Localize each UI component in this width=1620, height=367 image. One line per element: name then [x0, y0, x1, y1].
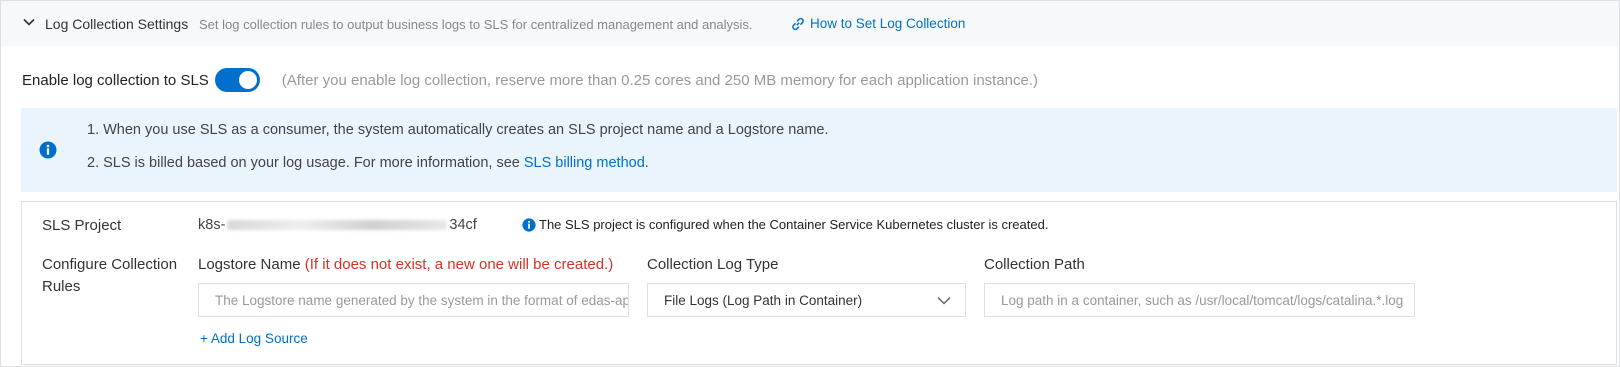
section-title: Log Collection Settings: [45, 16, 189, 32]
collection-log-type-label: Collection Log Type: [647, 256, 779, 273]
how-to-link[interactable]: How to Set Log Collection: [791, 16, 965, 31]
sls-project-note-text: The SLS project is configured when the C…: [539, 217, 1049, 232]
info-notice: 1. When you use SLS as a consumer, the s…: [21, 108, 1617, 192]
chevron-down-icon: [937, 296, 951, 305]
link-icon: [792, 17, 804, 30]
redacted-text: [227, 220, 448, 231]
log-collection-panel: Log Collection Settings Set log collecti…: [0, 0, 1620, 367]
collection-config: SLS Project k8s- 34cf The SLS project is …: [21, 201, 1617, 365]
info-line-2-text: 2. SLS is billed based on your log usage…: [87, 155, 524, 171]
sls-billing-link[interactable]: SLS billing method: [524, 155, 645, 171]
info-icon: [39, 141, 57, 159]
logstore-name-label: Logstore Name (If it does not exist, a n…: [198, 256, 613, 273]
toggle-knob: [238, 71, 257, 89]
collection-log-type-value: File Logs (Log Path in Container): [664, 292, 863, 308]
enable-sls-hint: (After you enable log collection, reserv…: [281, 71, 1039, 89]
logstore-name-note: (If it does not exist, a new one will be…: [304, 256, 614, 273]
chevron-down-icon[interactable]: [23, 16, 35, 28]
section-header[interactable]: Log Collection Settings Set log collecti…: [1, 1, 1619, 46]
info-line-2: 2. SLS is billed based on your log usage…: [87, 155, 649, 171]
sls-project-value: k8s- 34cf: [198, 217, 477, 233]
sls-project-value-suffix: 34cf: [449, 217, 477, 233]
collection-log-type-select[interactable]: File Logs (Log Path in Container): [647, 283, 966, 317]
info-line-2-suffix: .: [644, 155, 649, 171]
enable-sls-row: Enable log collection to SLS (After you …: [22, 67, 1038, 93]
info-line-1: 1. When you use SLS as a consumer, the s…: [87, 122, 829, 138]
collection-path-label: Collection Path: [984, 256, 1085, 273]
enable-sls-toggle[interactable]: [214, 68, 260, 92]
logstore-name-input[interactable]: The Logstore name generated by the syste…: [198, 283, 629, 317]
enable-sls-label: Enable log collection to SLS: [22, 71, 209, 89]
collection-path-input[interactable]: Log path in a container, such as /usr/lo…: [984, 283, 1415, 317]
how-to-link-label: How to Set Log Collection: [810, 16, 966, 31]
add-log-source-button[interactable]: + Add Log Source: [200, 331, 308, 346]
info-icon: [522, 217, 536, 232]
sls-project-label: SLS Project: [42, 217, 122, 234]
section-description: Set log collection rules to output busin…: [199, 17, 753, 32]
sls-project-value-prefix: k8s-: [198, 217, 226, 233]
sls-project-note: The SLS project is configured when the C…: [522, 217, 1048, 232]
logstore-name-text: Logstore Name: [198, 256, 301, 273]
collection-rules-label: Configure Collection Rules: [42, 256, 178, 295]
